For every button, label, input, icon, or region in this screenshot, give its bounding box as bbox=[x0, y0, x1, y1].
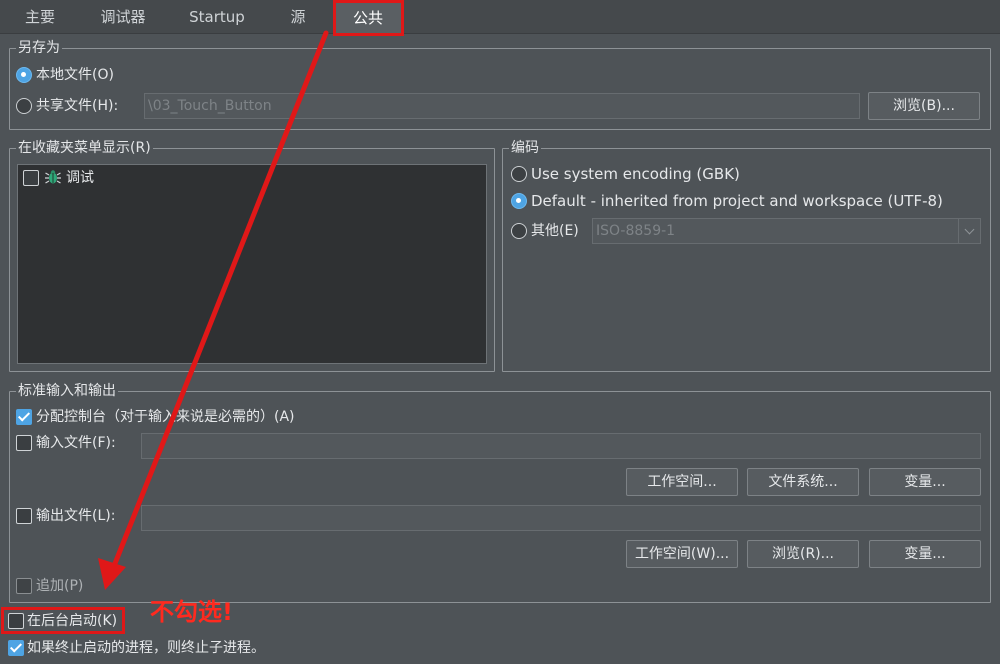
annotation-note: 不勾选! bbox=[150, 598, 233, 626]
annotation-arrow bbox=[98, 30, 329, 590]
